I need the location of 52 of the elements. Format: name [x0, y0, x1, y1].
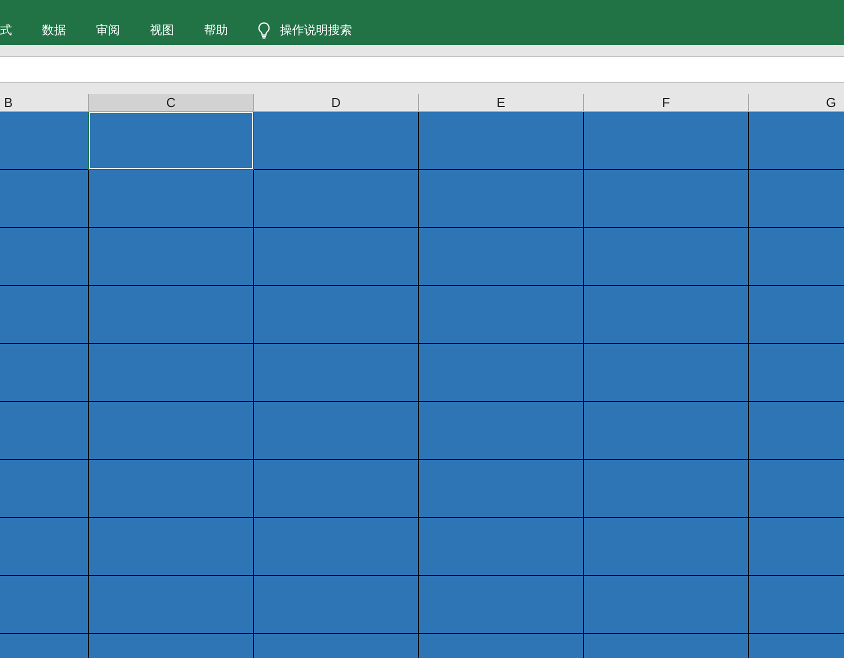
grid-cell[interactable] [89, 344, 254, 402]
grid-cell[interactable] [584, 402, 749, 460]
grid-cell[interactable] [254, 286, 419, 344]
grid-cell[interactable] [89, 170, 254, 228]
grid-cell[interactable] [89, 576, 254, 634]
grid-cell[interactable] [89, 286, 254, 344]
ribbon-tab[interactable]: 审阅 [78, 22, 132, 38]
tell-me-search[interactable]: 操作说明搜索 [240, 22, 364, 38]
grid-cell[interactable] [419, 228, 584, 286]
grid-cell[interactable] [254, 112, 419, 170]
grid-cell[interactable] [0, 344, 89, 402]
column-header[interactable]: C [89, 94, 254, 111]
grid-cell[interactable] [584, 170, 749, 228]
grid-cell[interactable] [0, 402, 89, 460]
grid-cell[interactable] [89, 518, 254, 576]
grid-cell[interactable] [584, 344, 749, 402]
grid-cell[interactable] [254, 460, 419, 518]
grid-cell[interactable] [584, 228, 749, 286]
grid-cell[interactable] [584, 112, 749, 170]
grid-cell[interactable] [419, 344, 584, 402]
grid-cell[interactable] [0, 170, 89, 228]
ribbon-tab[interactable]: 帮助 [186, 22, 240, 38]
grid-cell[interactable] [419, 518, 584, 576]
grid-cell[interactable] [0, 460, 89, 518]
grid-cell[interactable] [0, 228, 89, 286]
ribbon-tab[interactable]: 视图 [132, 22, 186, 38]
ribbon-tab[interactable]: 式 [0, 22, 24, 38]
lightbulb-icon [258, 22, 270, 38]
grid-cell[interactable] [419, 460, 584, 518]
grid-cell[interactable] [254, 344, 419, 402]
grid-cell[interactable] [584, 460, 749, 518]
grid-cell[interactable] [584, 286, 749, 344]
grid-cell[interactable] [419, 112, 584, 170]
grid-cell[interactable] [254, 576, 419, 634]
grid-cell[interactable] [584, 576, 749, 634]
grid-cell[interactable] [419, 402, 584, 460]
grid-cell[interactable] [254, 518, 419, 576]
search-label: 操作说明搜索 [280, 22, 352, 38]
grid-cell[interactable] [89, 228, 254, 286]
grid-cell[interactable] [89, 460, 254, 518]
grid-cell[interactable] [419, 170, 584, 228]
grid-cell[interactable] [0, 518, 89, 576]
grid-cell[interactable] [89, 402, 254, 460]
grid-cell[interactable] [584, 518, 749, 576]
grid-cell[interactable] [254, 170, 419, 228]
grid-cell[interactable] [0, 576, 89, 634]
grid-cell[interactable] [254, 402, 419, 460]
grid-cell[interactable] [0, 286, 89, 344]
grid-cell[interactable] [419, 576, 584, 634]
ribbon-tab[interactable]: 数据 [24, 22, 78, 38]
grid-cell[interactable] [419, 286, 584, 344]
grid-cell[interactable] [254, 228, 419, 286]
